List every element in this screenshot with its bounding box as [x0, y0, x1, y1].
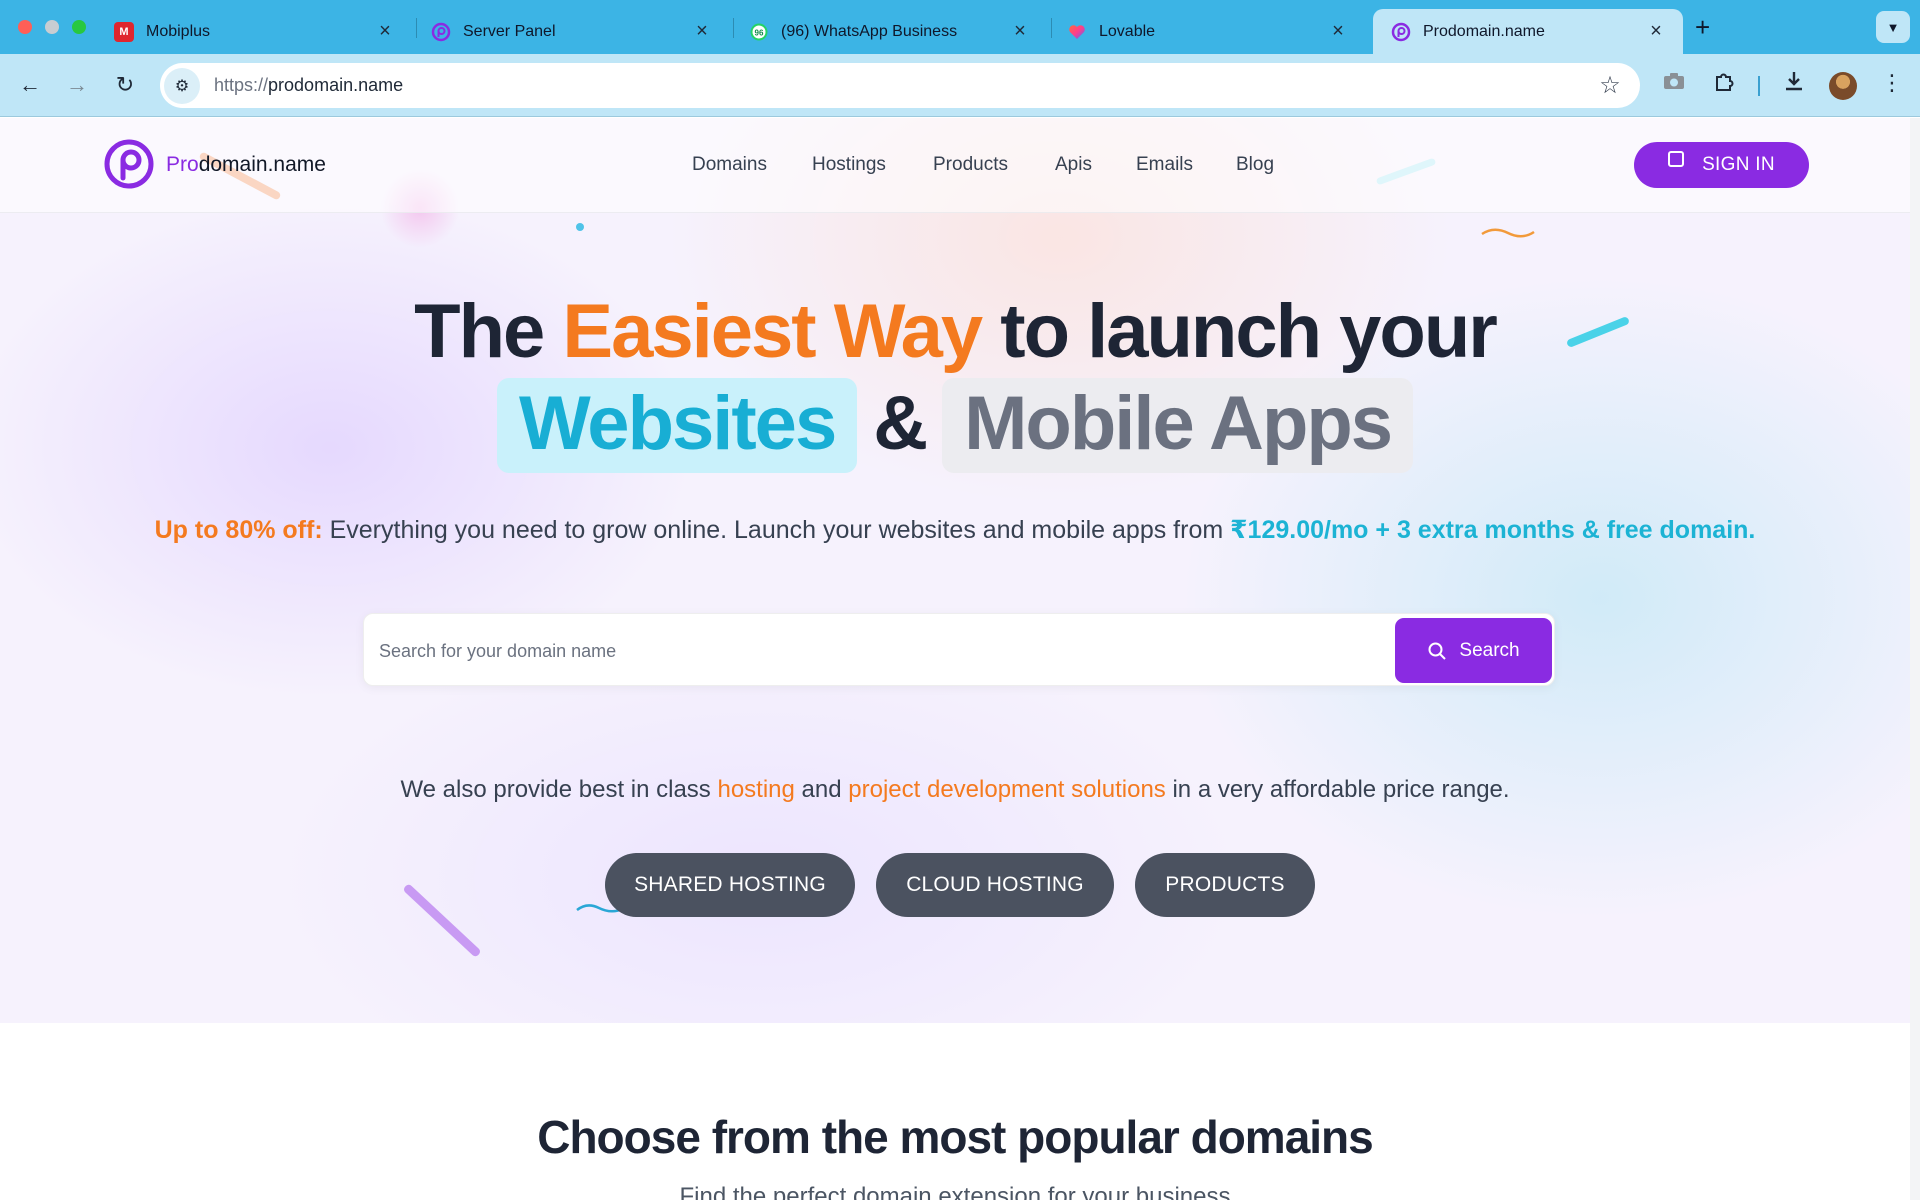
- url-text[interactable]: https://prodomain.name: [214, 75, 1590, 96]
- url-host: prodomain.name: [268, 75, 404, 95]
- tab-title: Server Panel: [463, 22, 556, 40]
- site-settings-icon[interactable]: ⚙: [164, 67, 200, 104]
- hero-offer-line: Up to 80% off: Everything you need to gr…: [0, 515, 1910, 545]
- prodomain-icon: [1391, 22, 1411, 42]
- hero-headline-line1: The Easiest Way to launch your: [0, 288, 1910, 375]
- tagline-text: and: [794, 776, 849, 803]
- browser-tab-whatsapp[interactable]: 96 (96) WhatsApp Business ×: [731, 9, 1047, 54]
- popular-domains-subtitle: Find the perfect domain extension for yo…: [679, 1183, 1231, 1200]
- window-maximize-button[interactable]: [72, 20, 86, 34]
- headline-text: to launch your: [1000, 289, 1498, 374]
- tab-title: Mobiplus: [146, 22, 211, 40]
- prodomain-icon: [431, 22, 451, 42]
- popular-domains-title: Choose from the most popular domains: [537, 1111, 1374, 1163]
- decor-dot: [576, 223, 584, 231]
- nav-apis[interactable]: Apis: [1055, 154, 1092, 176]
- headline-websites-pill: Websites: [496, 378, 858, 473]
- browser-toolbar: ← → ↻ ⚙ https://prodomain.name ☆ ⋮: [0, 54, 1920, 117]
- web-page: Prodomain.name Domains Hostings Products…: [0, 118, 1910, 1200]
- reload-icon[interactable]: ↻: [110, 72, 140, 98]
- hero-section: Prodomain.name Domains Hostings Products…: [0, 118, 1910, 1023]
- nav-domains[interactable]: Domains: [692, 154, 767, 176]
- headline-text: The: [414, 289, 545, 374]
- close-icon[interactable]: ×: [691, 20, 713, 43]
- headline-mobile-apps-pill: Mobile Apps: [942, 378, 1414, 473]
- decor-stroke: [402, 883, 482, 958]
- headline-ampersand: &: [873, 381, 928, 466]
- headline-highlight: Easiest Way: [562, 289, 983, 374]
- sign-in-icon: [1668, 151, 1685, 167]
- domain-search-input[interactable]: [379, 636, 1369, 666]
- browser-tab-server-panel[interactable]: Server Panel ×: [413, 9, 729, 54]
- address-bar[interactable]: ⚙ https://prodomain.name ☆: [160, 63, 1640, 108]
- search-button-label: Search: [1459, 639, 1520, 661]
- site-logo-text[interactable]: Prodomain.name: [166, 153, 326, 177]
- browser-tab-prodomain[interactable]: Prodomain.name ×: [1373, 9, 1683, 54]
- whatsapp-icon: 96: [749, 22, 769, 42]
- nav-blog[interactable]: Blog: [1236, 154, 1274, 176]
- back-arrow-icon[interactable]: ←: [15, 72, 45, 98]
- download-icon[interactable]: [1778, 70, 1810, 98]
- logo-prefix: Pro: [166, 153, 199, 176]
- window-minimize-button[interactable]: [45, 20, 59, 34]
- new-tab-plus-icon[interactable]: +: [1695, 12, 1710, 43]
- url-scheme: https://: [214, 75, 269, 95]
- sign-in-button[interactable]: SIGN IN: [1634, 142, 1809, 188]
- nav-hostings[interactable]: Hostings: [812, 154, 886, 176]
- logo-suffix: domain.name: [198, 153, 326, 176]
- toolbar-divider: [1758, 76, 1760, 96]
- offer-text: Everything you need to grow online. Laun…: [322, 516, 1231, 544]
- cloud-hosting-button[interactable]: CLOUD HOSTING: [876, 853, 1114, 917]
- close-icon[interactable]: ×: [1327, 20, 1349, 43]
- tagline-hosting-link[interactable]: hosting: [717, 776, 794, 803]
- profile-avatar[interactable]: [1829, 72, 1857, 100]
- services-tagline: We also provide best in class hosting an…: [0, 776, 1910, 804]
- search-icon: [1428, 642, 1447, 660]
- site-header: Prodomain.name Domains Hostings Products…: [0, 118, 1910, 213]
- domain-search-box: Search: [363, 613, 1555, 686]
- tab-title: (96) WhatsApp Business: [781, 22, 958, 40]
- prodomain-logo-icon[interactable]: [103, 138, 155, 190]
- offer-label: Up to 80% off:: [154, 516, 323, 544]
- camera-icon[interactable]: [1658, 70, 1690, 96]
- close-icon[interactable]: ×: [1009, 20, 1031, 43]
- sign-in-label: SIGN IN: [1702, 154, 1775, 175]
- browser-menu-icon[interactable]: ⋮: [1876, 70, 1908, 96]
- page-scrollbar[interactable]: [1910, 118, 1920, 1200]
- tab-title: Prodomain.name: [1423, 22, 1545, 40]
- nav-emails[interactable]: Emails: [1136, 154, 1193, 176]
- tagline-solutions-link[interactable]: project development solutions: [848, 776, 1166, 803]
- lovable-heart-icon: [1067, 22, 1087, 42]
- close-icon[interactable]: ×: [374, 20, 396, 43]
- mobiplus-icon: M: [114, 21, 134, 42]
- nav-products[interactable]: Products: [933, 154, 1008, 176]
- close-icon[interactable]: ×: [1645, 20, 1667, 43]
- offer-price: ₹129.00/mo + 3 extra months & free domai…: [1230, 516, 1756, 544]
- window-close-button[interactable]: [18, 20, 32, 34]
- shared-hosting-button[interactable]: SHARED HOSTING: [605, 853, 855, 917]
- browser-tab-bar: M Mobiplus × Server Panel × 96 (96) What…: [0, 0, 1920, 54]
- tab-title: Lovable: [1099, 22, 1156, 40]
- forward-arrow-icon[interactable]: →: [62, 72, 92, 98]
- domain-search-button[interactable]: Search: [1395, 618, 1552, 683]
- browser-tab-lovable[interactable]: Lovable ×: [1049, 9, 1365, 54]
- browser-tab-mobiplus[interactable]: M Mobiplus ×: [96, 9, 412, 54]
- tagline-text: in a very affordable price range.: [1165, 776, 1510, 803]
- bookmark-star-icon[interactable]: ☆: [1590, 71, 1630, 100]
- decor-squiggle: [1481, 228, 1535, 238]
- svg-text:96: 96: [755, 28, 764, 37]
- products-button[interactable]: PRODUCTS: [1135, 853, 1315, 917]
- extensions-puzzle-icon[interactable]: [1708, 70, 1740, 98]
- hero-headline-line2: Websites & Mobile Apps: [0, 378, 1910, 473]
- tab-search-chevron-icon[interactable]: ▼: [1876, 11, 1910, 43]
- tagline-text: We also provide best in class: [400, 776, 718, 803]
